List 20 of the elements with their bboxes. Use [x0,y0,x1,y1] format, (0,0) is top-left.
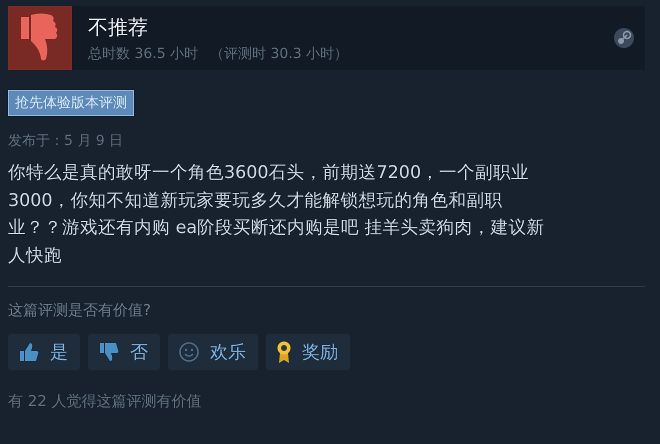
review-text-line: 业？？游戏还有内购 ea阶段买断还内购是吧 挂羊头卖狗肉，建议新 [8,217,546,240]
helpful-question: 这篇评测是否有价值? [8,301,152,320]
review-text-line: 你特么是真的敢呀一个角色3600石头，前期送7200，一个副职业 [8,162,530,185]
thumbs-up-icon [18,341,40,363]
early-access-badge: 抢先体验版本评测 [8,90,134,116]
award-ribbon-icon [276,340,292,364]
review-text-line: 人快跑 [8,244,63,268]
thumbs-down-button[interactable]: 否 [88,334,160,370]
steam-icon [613,27,635,49]
review-text-line: 3000，你知不知道新玩家要玩多久才能解锁想玩的角色和副职 [8,190,504,212]
playtime-text: 总时数 36.5 小时 [88,44,198,62]
thumbs-up-button[interactable]: 是 [8,334,80,370]
playtime-at-review: （评测时 30.3 小时） [210,44,348,62]
helpful-count: 有 22 人觉得这篇评测有价值 [8,392,203,411]
smiley-icon [178,341,200,363]
thumbs-down-icon [98,341,120,363]
award-button[interactable]: 奖励 [266,334,350,370]
posted-date: 发布于：5 月 9 日 [8,132,124,150]
review-verdict: 不推荐 [88,14,149,40]
smile-button[interactable]: 欢乐 [168,334,258,370]
